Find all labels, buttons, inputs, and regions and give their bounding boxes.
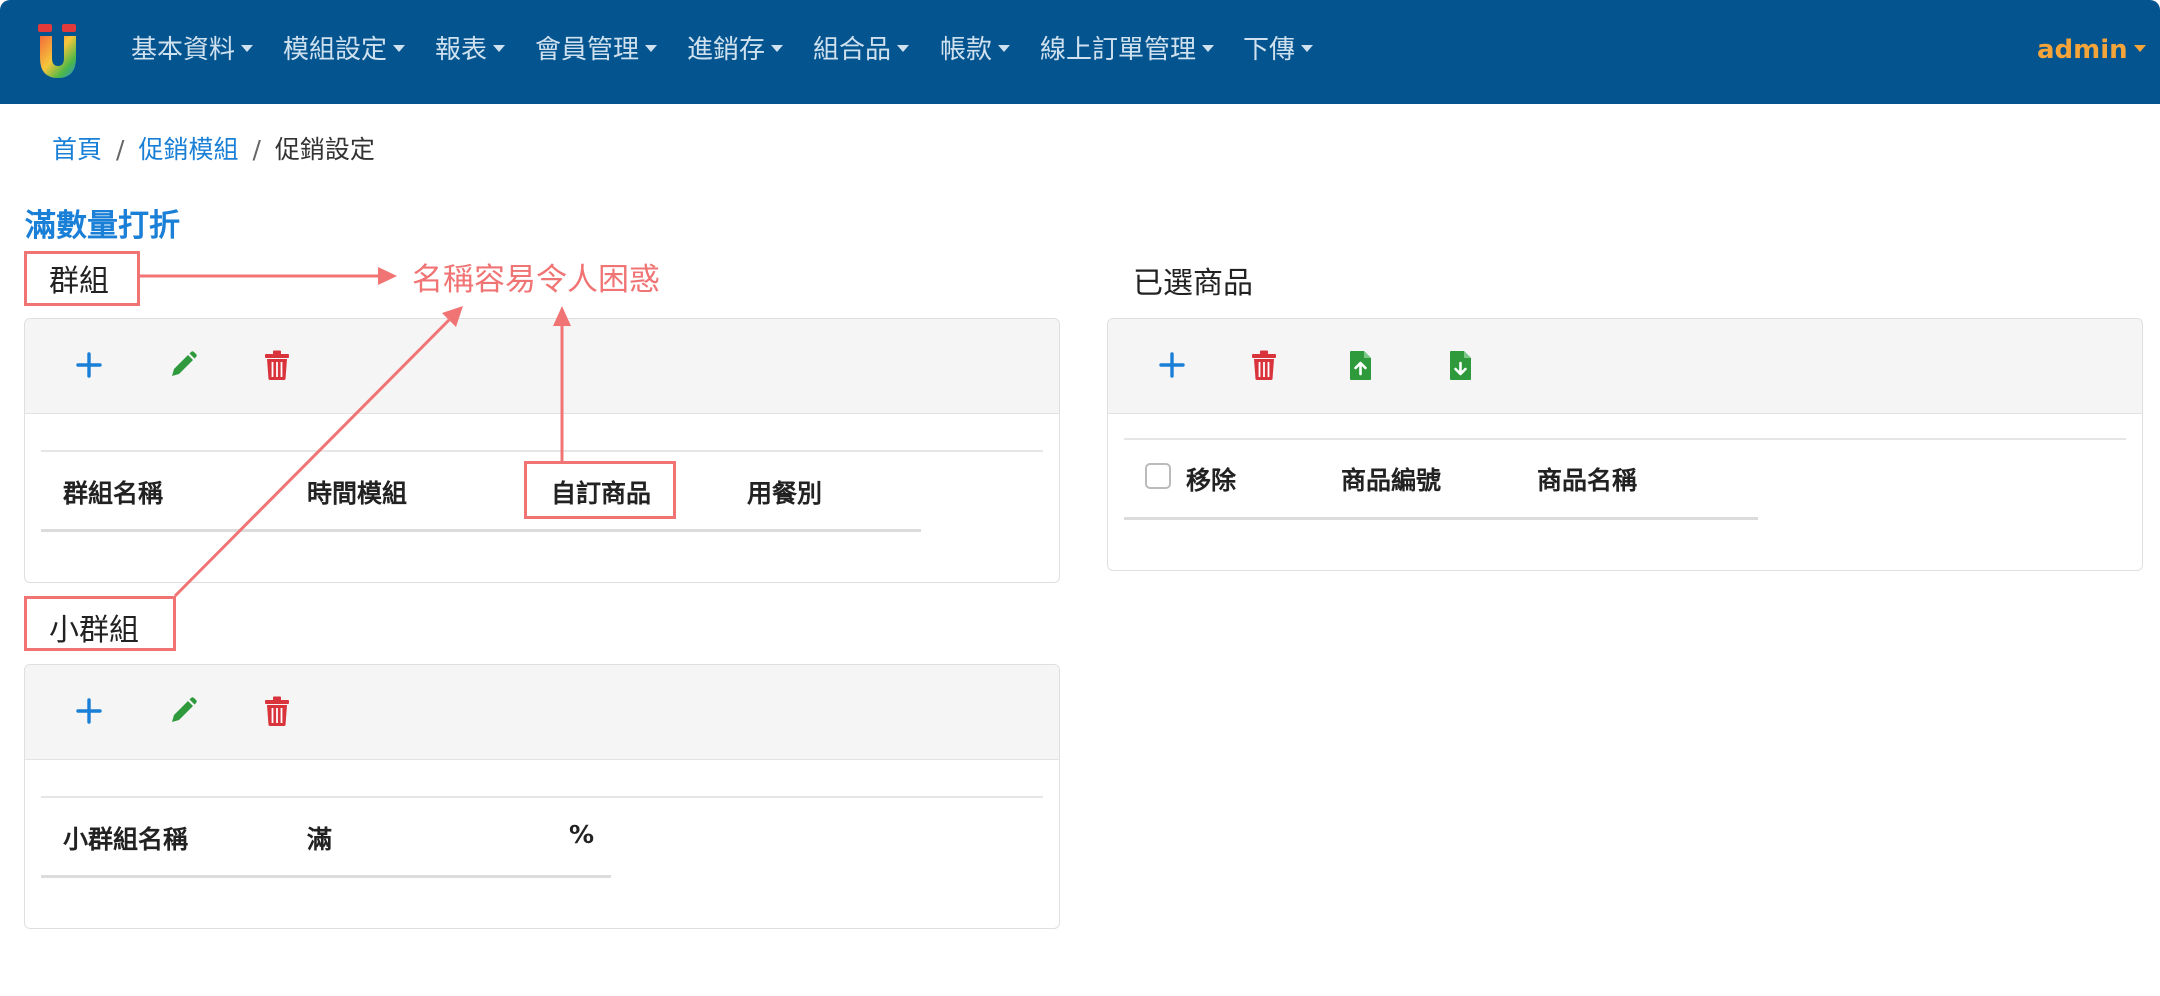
column-header-percent: %: [569, 820, 595, 849]
chevron-down-icon: [771, 45, 784, 52]
app-logo[interactable]: [36, 22, 80, 80]
top-navbar: 基本資料 模組設定 報表 會員管理 進銷存 組合品 帳款 線上訂單管理 下傳 a…: [0, 0, 2160, 104]
subgroup-card: 小群組名稱 滿 %: [24, 664, 1060, 929]
column-header-remove: 移除: [1186, 466, 1237, 495]
breadcrumb-separator: /: [116, 135, 125, 164]
trash-icon: [265, 350, 289, 380]
file-upload-icon: [1350, 351, 1371, 380]
nav-menu-download[interactable]: 下傳: [1243, 30, 1314, 70]
delete-group-button[interactable]: [259, 347, 295, 383]
nav-menu-online-orders[interactable]: 線上訂單管理: [1040, 30, 1215, 70]
nav-menu-inventory[interactable]: 進銷存: [687, 30, 784, 70]
edit-subgroup-button[interactable]: [165, 693, 201, 729]
column-header-dining-type: 用餐別: [747, 479, 823, 508]
import-file-button[interactable]: [1342, 347, 1378, 383]
edit-group-button[interactable]: [165, 347, 201, 383]
export-file-button[interactable]: [1442, 347, 1478, 383]
group-toolbar: [25, 319, 1059, 414]
selected-products-card: 移除 商品編號 商品名稱: [1107, 318, 2143, 571]
chevron-down-icon: [241, 45, 254, 52]
subgroup-toolbar: [25, 665, 1059, 760]
column-header-subgroup-name: 小群組名稱: [63, 825, 189, 854]
table-top-divider: [41, 796, 1043, 798]
breadcrumb-current: 促銷設定: [274, 135, 375, 164]
breadcrumb-promotion-module[interactable]: 促銷模組: [138, 135, 238, 164]
chevron-down-icon: [1202, 45, 1215, 52]
group-card: 群組名稱 時間模組 自訂商品 用餐別: [24, 318, 1060, 583]
nav-menu-basic-data[interactable]: 基本資料: [131, 30, 254, 70]
trash-icon: [1252, 350, 1276, 380]
column-header-threshold: 滿: [307, 825, 333, 854]
chevron-down-icon: [493, 45, 506, 52]
plus-icon: [76, 698, 102, 724]
table-header-underline: [1124, 517, 1758, 520]
breadcrumb-separator: /: [252, 135, 261, 164]
column-header-time-module: 時間模組: [307, 479, 408, 508]
breadcrumb-home[interactable]: 首頁: [52, 135, 102, 164]
column-header-product-name: 商品名稱: [1537, 466, 1638, 495]
annotation-highlight-custom-product: [524, 461, 676, 519]
add-product-button[interactable]: [1154, 347, 1190, 383]
chevron-down-icon: [1301, 45, 1314, 52]
nav-menu-combo-products[interactable]: 組合品: [813, 30, 910, 70]
nav-menu-module-settings[interactable]: 模組設定: [283, 30, 406, 70]
trash-icon: [265, 696, 289, 726]
nav-menu-reports[interactable]: 報表: [435, 30, 506, 70]
pencil-icon: [172, 697, 197, 722]
column-header-product-code: 商品編號: [1341, 466, 1442, 495]
column-header-group-name: 群組名稱: [63, 479, 164, 508]
add-group-button[interactable]: [71, 347, 107, 383]
delete-product-button[interactable]: [1246, 347, 1282, 383]
chevron-down-icon: [393, 45, 406, 52]
chevron-down-icon: [2133, 45, 2146, 52]
delete-subgroup-button[interactable]: [259, 693, 295, 729]
table-top-divider: [41, 450, 1043, 452]
page-title: 滿數量打折: [25, 208, 180, 244]
annotation-highlight-group-title: [24, 251, 140, 306]
selected-products-toolbar: [1108, 319, 2142, 414]
nav-menu-accounts[interactable]: 帳款: [940, 30, 1011, 70]
table-header-underline: [41, 875, 611, 878]
selected-products-title: 已選商品: [1133, 266, 1253, 301]
annotation-highlight-subgroup-title: [24, 596, 176, 651]
chevron-down-icon: [998, 45, 1011, 52]
chevron-down-icon: [645, 45, 658, 52]
pencil-icon: [172, 351, 197, 376]
breadcrumb: 首頁 / 促銷模組 / 促銷設定: [52, 130, 375, 170]
user-menu[interactable]: admin: [2037, 30, 2146, 70]
nav-menu-member-management[interactable]: 會員管理: [535, 30, 658, 70]
annotation-callout-text: 名稱容易令人困惑: [412, 262, 660, 298]
plus-icon: [76, 352, 102, 378]
table-top-divider: [1124, 438, 2126, 440]
table-header-underline: [41, 529, 921, 532]
add-subgroup-button[interactable]: [71, 693, 107, 729]
select-all-checkbox[interactable]: [1145, 463, 1171, 489]
file-download-icon: [1450, 351, 1471, 380]
chevron-down-icon: [897, 45, 910, 52]
plus-icon: [1159, 352, 1185, 378]
